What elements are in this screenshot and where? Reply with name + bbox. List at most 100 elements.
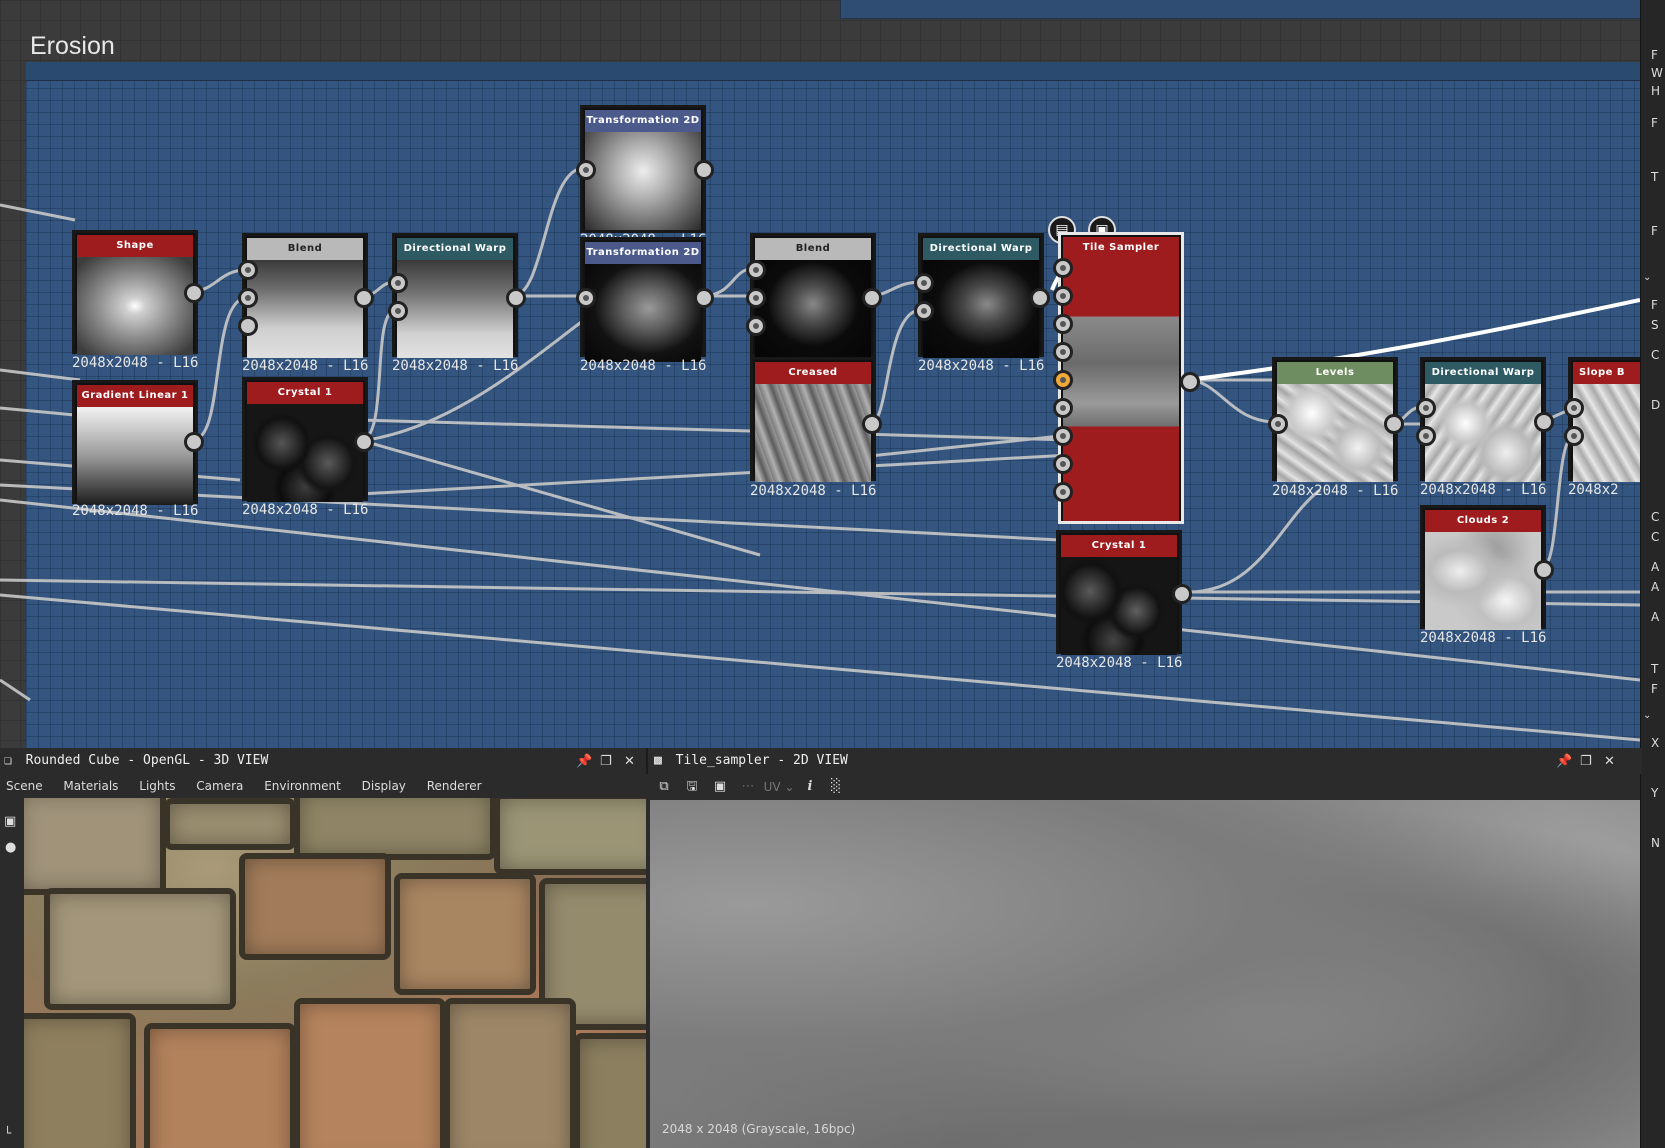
output-port[interactable]: [694, 288, 714, 308]
properties-panel[interactable]: F W H F T F ⌄ F S C D C C A A A T F ⌄ X …: [1640, 0, 1665, 1148]
node-transformation-2d[interactable]: Transformation 2D: [580, 237, 706, 362]
input-port[interactable]: [1564, 398, 1584, 418]
2d-view-title: Tile_sampler - 2D VIEW: [675, 753, 848, 768]
output-port[interactable]: [862, 414, 882, 434]
output-port[interactable]: [1534, 560, 1554, 580]
pin-icon[interactable]: 📌: [1556, 754, 1572, 769]
close-icon[interactable]: ✕: [1604, 754, 1615, 769]
node-size-label: 2048x2048 - L16: [242, 358, 369, 374]
2d-view-toolbar: ⧉ 🖫 ▣ ⋯ UV ⌄ i ░: [650, 774, 1640, 800]
restore-icon[interactable]: ❐: [600, 754, 612, 769]
graph-editor[interactable]: Erosion Shape 2048x2048 - L16 Blend 2048…: [0, 0, 1640, 748]
output-port[interactable]: [862, 288, 882, 308]
input-port[interactable]: [1053, 398, 1073, 418]
input-port[interactable]: [238, 260, 258, 280]
input-port[interactable]: [1416, 398, 1436, 418]
property-label: Y: [1651, 786, 1659, 800]
node-clouds[interactable]: Clouds 2: [1420, 505, 1546, 630]
menu-scene[interactable]: Scene: [6, 779, 43, 793]
output-port[interactable]: [354, 288, 374, 308]
node-directional-warp[interactable]: Directional Warp: [1420, 357, 1546, 482]
output-port[interactable]: [1030, 288, 1050, 308]
clipboard-icon[interactable]: ▣: [712, 779, 728, 795]
menu-materials[interactable]: Materials: [63, 779, 118, 793]
node-thumbnail: [77, 257, 193, 355]
output-port[interactable]: [354, 432, 374, 452]
3d-viewport[interactable]: [24, 798, 646, 1148]
input-port[interactable]: [238, 288, 258, 308]
input-port[interactable]: [1053, 286, 1073, 306]
output-port[interactable]: [1172, 584, 1192, 604]
input-port[interactable]: [746, 316, 766, 336]
tree-icon[interactable]: └: [4, 1126, 11, 1140]
camera-icon[interactable]: ▣: [4, 814, 16, 829]
property-label: T: [1651, 170, 1659, 184]
property-label: A: [1651, 580, 1660, 594]
output-port[interactable]: [184, 432, 204, 452]
output-port[interactable]: [694, 160, 714, 180]
input-port[interactable]: [388, 301, 408, 321]
node-thumbnail: [1277, 384, 1393, 482]
input-port[interactable]: [1416, 426, 1436, 446]
input-port[interactable]: [238, 316, 258, 336]
input-port[interactable]: [914, 273, 934, 293]
close-icon[interactable]: ✕: [624, 754, 635, 769]
node-slope-blur[interactable]: Slope B: [1568, 357, 1640, 482]
output-port[interactable]: [184, 283, 204, 303]
input-port[interactable]: [1053, 258, 1073, 278]
input-port[interactable]: [914, 301, 934, 321]
chevron-down-icon[interactable]: ⌄: [1643, 272, 1651, 283]
node-crystal[interactable]: Crystal 1: [242, 377, 368, 502]
uv-dropdown[interactable]: UV ⌄: [762, 779, 796, 795]
2d-viewport[interactable]: [650, 800, 1640, 1148]
menu-lights[interactable]: Lights: [139, 779, 175, 793]
pin-icon[interactable]: 📌: [576, 754, 592, 769]
node-title: Levels: [1277, 362, 1393, 384]
node-directional-warp[interactable]: Directional Warp: [392, 233, 518, 358]
node-crystal[interactable]: Crystal 1: [1056, 530, 1182, 655]
menu-renderer[interactable]: Renderer: [427, 779, 482, 793]
node-shape[interactable]: Shape: [72, 230, 198, 355]
output-port[interactable]: [506, 288, 526, 308]
input-port[interactable]: [1053, 454, 1073, 474]
node-transformation-2d[interactable]: Transformation 2D: [580, 105, 706, 233]
restore-icon[interactable]: ❐: [1580, 754, 1592, 769]
input-port-selected[interactable]: [1053, 370, 1073, 390]
input-port[interactable]: [1268, 414, 1288, 434]
node-directional-warp[interactable]: Directional Warp: [918, 233, 1044, 358]
input-port[interactable]: [1564, 426, 1584, 446]
3d-view-header[interactable]: ❏ Rounded Cube - OpenGL - 3D VIEW: [0, 748, 646, 774]
node-size-label: 2048x2048 - L16: [1272, 483, 1399, 499]
menu-camera[interactable]: Camera: [196, 779, 243, 793]
menu-display[interactable]: Display: [362, 779, 406, 793]
node-thumbnail: [247, 260, 363, 358]
output-port[interactable]: [1384, 414, 1404, 434]
light-icon[interactable]: ●: [5, 840, 16, 855]
node-tile-sampler[interactable]: Tile Sampler: [1058, 232, 1184, 524]
copy-icon[interactable]: ⧉: [656, 779, 672, 795]
input-port[interactable]: [388, 273, 408, 293]
input-port[interactable]: [1053, 482, 1073, 502]
input-port[interactable]: [576, 160, 596, 180]
input-port[interactable]: [746, 260, 766, 280]
menu-environment[interactable]: Environment: [264, 779, 341, 793]
share-icon[interactable]: ⋯: [740, 779, 756, 795]
input-port[interactable]: [1053, 426, 1073, 446]
input-port[interactable]: [1053, 314, 1073, 334]
node-creased[interactable]: Creased: [750, 357, 876, 482]
node-gradient-linear[interactable]: Gradient Linear 1: [72, 380, 198, 505]
output-port[interactable]: [1180, 372, 1200, 392]
save-icon[interactable]: 🖫: [684, 779, 700, 795]
2d-view-header[interactable]: ▩ Tile_sampler - 2D VIEW: [646, 748, 1642, 774]
input-port[interactable]: [576, 288, 596, 308]
node-blend[interactable]: Blend: [242, 233, 368, 358]
info-icon[interactable]: i: [802, 779, 818, 795]
input-port[interactable]: [746, 288, 766, 308]
node-blend[interactable]: Blend: [750, 233, 876, 358]
output-port[interactable]: [1534, 412, 1554, 432]
node-size-label: 2048x2048 - L16: [1056, 655, 1183, 671]
histogram-icon[interactable]: ░: [828, 779, 844, 795]
chevron-down-icon[interactable]: ⌄: [1643, 710, 1651, 721]
input-port[interactable]: [1053, 342, 1073, 362]
node-levels[interactable]: Levels: [1272, 357, 1398, 482]
